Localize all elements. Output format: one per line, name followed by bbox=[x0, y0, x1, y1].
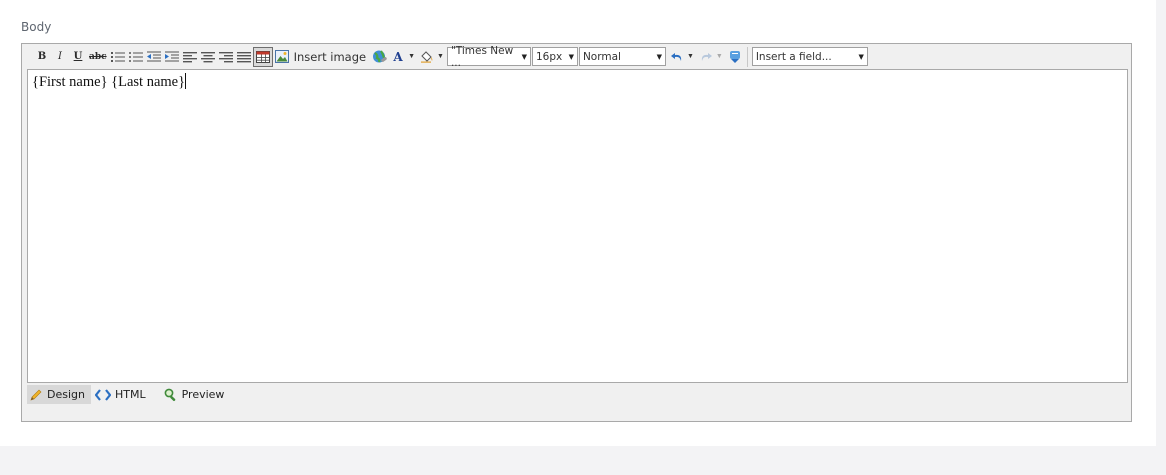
bold-button[interactable]: B bbox=[33, 47, 51, 67]
insert-field-select[interactable]: Insert a field... ▼ bbox=[751, 47, 868, 66]
insert-image-icon[interactable] bbox=[273, 47, 291, 67]
justify-icon[interactable] bbox=[235, 47, 253, 67]
italic-button[interactable]: I bbox=[51, 47, 69, 67]
highlight-color-dropdown-icon[interactable]: ▼ bbox=[437, 53, 444, 60]
highlight-color-icon[interactable] bbox=[418, 47, 436, 67]
chevron-down-icon: ▼ bbox=[521, 52, 527, 61]
tab-design-label: Design bbox=[47, 388, 85, 401]
insert-image-button[interactable]: Insert image bbox=[294, 50, 366, 64]
tab-preview-label: Preview bbox=[181, 388, 225, 401]
tab-html[interactable]: HTML bbox=[93, 385, 152, 404]
paragraph-style-select[interactable]: Normal ▼ bbox=[578, 47, 666, 66]
table-icon[interactable] bbox=[252, 46, 273, 67]
code-icon bbox=[94, 388, 111, 401]
paste-cleanup-icon[interactable] bbox=[726, 47, 744, 67]
redo-icon[interactable] bbox=[697, 47, 715, 67]
undo-dropdown-icon[interactable]: ▼ bbox=[687, 53, 694, 60]
redo-dropdown-icon[interactable]: ▼ bbox=[716, 53, 723, 60]
toolbar-separator bbox=[746, 46, 748, 67]
font-family-value: "Times New ... bbox=[450, 44, 514, 69]
indent-icon[interactable] bbox=[163, 47, 181, 67]
font-color-glyph: A bbox=[393, 49, 403, 64]
insert-field-value: Insert a field... bbox=[755, 50, 832, 63]
strikethrough-button[interactable]: abc bbox=[87, 47, 109, 67]
body-field-card: Body B I U abc Insert image A ▼ ▼ "Times… bbox=[0, 0, 1156, 446]
align-left-icon[interactable] bbox=[181, 47, 199, 67]
font-color-dropdown-icon[interactable]: ▼ bbox=[408, 53, 415, 60]
tab-html-label: HTML bbox=[114, 388, 146, 401]
magnifier-icon bbox=[164, 388, 175, 401]
content-text: {First name} {Last name} bbox=[32, 74, 186, 90]
text-cursor bbox=[185, 73, 187, 89]
tab-preview[interactable]: Preview bbox=[162, 385, 231, 404]
tab-design[interactable]: Design bbox=[27, 385, 91, 404]
paragraph-style-value: Normal bbox=[582, 50, 621, 63]
pencil-icon bbox=[30, 389, 42, 400]
align-center-icon[interactable] bbox=[199, 47, 217, 67]
unordered-list-icon[interactable] bbox=[127, 47, 145, 67]
font-size-select[interactable]: 16px ▼ bbox=[531, 47, 578, 66]
align-right-icon[interactable] bbox=[217, 47, 235, 67]
undo-icon[interactable] bbox=[668, 47, 686, 67]
editor-toolbar: B I U abc Insert image A ▼ ▼ "Times New … bbox=[22, 44, 1131, 69]
outdent-icon[interactable] bbox=[145, 47, 163, 67]
chevron-down-icon: ▼ bbox=[656, 52, 662, 61]
editor-content-area[interactable]: {First name} {Last name} bbox=[27, 69, 1128, 383]
chevron-down-icon: ▼ bbox=[568, 52, 574, 61]
font-family-select[interactable]: "Times New ... ▼ bbox=[446, 44, 531, 69]
ordered-list-icon[interactable] bbox=[109, 47, 127, 67]
field-label: Body bbox=[21, 20, 52, 34]
underline-button[interactable]: U bbox=[69, 47, 87, 67]
font-size-value: 16px bbox=[535, 50, 563, 63]
hyperlink-icon[interactable] bbox=[370, 47, 389, 67]
rich-text-editor: B I U abc Insert image A ▼ ▼ "Times New … bbox=[21, 43, 1132, 422]
editor-mode-tabs: Design HTML Preview bbox=[27, 385, 230, 404]
font-color-button[interactable]: A bbox=[389, 47, 407, 67]
chevron-down-icon: ▼ bbox=[858, 52, 864, 61]
